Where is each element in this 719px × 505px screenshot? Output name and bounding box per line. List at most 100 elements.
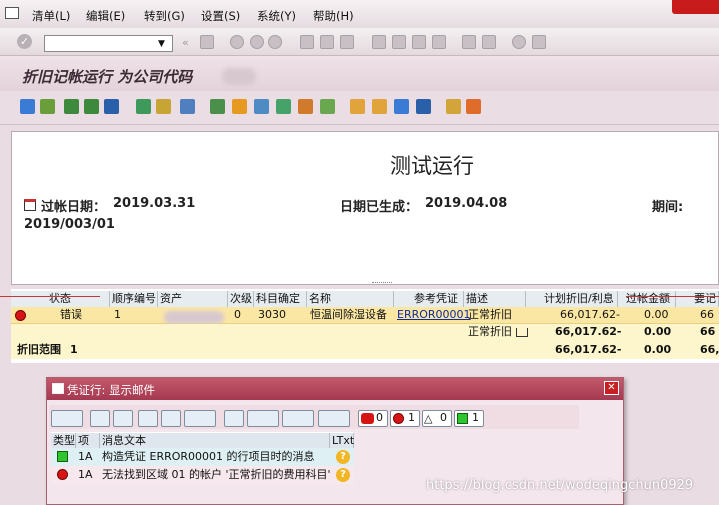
select-layout-icon[interactable] [320, 99, 335, 114]
dialog-title: 凭证行: 显示邮件 [67, 383, 156, 397]
person-icon[interactable] [466, 99, 481, 114]
cancel-icon[interactable] [268, 35, 282, 49]
col-ref[interactable]: 参考凭证 [394, 291, 464, 307]
posted-amount: 0.00 [644, 308, 669, 321]
find-icon[interactable] [320, 35, 334, 49]
stop-icon [361, 413, 374, 424]
menu-goto[interactable]: 转到(G) [144, 8, 185, 24]
new-session-icon[interactable] [462, 35, 476, 49]
stop-count: 0 [376, 411, 383, 424]
redacted-asset [164, 311, 224, 324]
find-icon[interactable] [138, 410, 158, 427]
view-icon[interactable] [180, 99, 195, 114]
command-field[interactable] [44, 35, 173, 52]
report-heading: 测试运行 [390, 154, 474, 178]
menu-settings[interactable]: 设置(S) [201, 8, 240, 24]
col-asset[interactable]: 资产 [158, 291, 228, 307]
col-planned[interactable]: 计划折旧/利息 [526, 291, 618, 307]
next-page-icon[interactable] [412, 35, 426, 49]
layout-icon[interactable] [318, 410, 350, 427]
col-type[interactable]: 类型 [51, 433, 76, 448]
grid-view-icon[interactable] [350, 99, 365, 114]
planned-depreciation: 66,017.62- [555, 325, 622, 338]
splitter-line [0, 296, 100, 297]
col-sub[interactable]: 次级 [228, 291, 254, 307]
sort-descending-icon[interactable] [113, 410, 133, 427]
posting-date-value: 2019.03.31 [113, 196, 196, 211]
view-icon[interactable] [247, 410, 279, 427]
menu-system[interactable]: 系统(Y) [257, 8, 296, 24]
col-item[interactable]: 项目 [76, 433, 100, 462]
splitter-handle[interactable] [372, 282, 392, 284]
long-text-icon[interactable]: ? [336, 468, 350, 482]
filter-icon[interactable] [184, 410, 216, 427]
find-next-icon[interactable] [340, 35, 354, 49]
reference-document-link[interactable]: ERROR00001 [397, 307, 471, 323]
posted-amount: 0.00 [644, 325, 672, 338]
window-close-button[interactable] [672, 0, 719, 14]
col-ltxt[interactable]: LTxt [330, 433, 354, 448]
sort-ascending-icon[interactable] [90, 410, 110, 427]
edit-icon[interactable] [446, 99, 461, 114]
col-more[interactable]: 要记 [676, 291, 719, 307]
sort-descending-icon[interactable] [84, 99, 99, 114]
previous-page-icon[interactable] [392, 35, 406, 49]
chevron-down-icon[interactable]: ▼ [158, 39, 165, 49]
exit-icon[interactable] [250, 35, 264, 49]
sort-ascending-icon[interactable] [64, 99, 79, 114]
hierarchy-icon[interactable] [394, 99, 409, 114]
total-icon[interactable] [136, 99, 151, 114]
details-icon[interactable] [51, 410, 83, 427]
close-icon[interactable]: ✕ [604, 381, 619, 395]
first-page-icon[interactable] [372, 35, 386, 49]
depreciation-area-label: 折旧范围 [17, 343, 61, 356]
more-value: 66 [700, 325, 716, 338]
layout-icon[interactable] [298, 99, 313, 114]
shortcut-icon[interactable] [482, 35, 496, 49]
calendar-icon [24, 199, 36, 211]
menu-icon[interactable] [5, 7, 19, 19]
error-count: 1 [408, 411, 415, 424]
menu-edit[interactable]: 编辑(E) [86, 8, 125, 24]
col-name[interactable]: 名称 [307, 291, 394, 307]
abc-analysis-icon[interactable] [276, 99, 291, 114]
print-icon[interactable] [224, 410, 244, 427]
menu-help[interactable]: 帮助(H) [313, 8, 354, 24]
find-next-icon[interactable] [161, 410, 181, 427]
double-chevron-icon[interactable]: « [182, 36, 189, 49]
period-value: 2019/003/01 [24, 217, 115, 232]
column-icon[interactable] [372, 99, 387, 114]
success-icon [457, 413, 468, 424]
export-icon[interactable] [282, 410, 314, 427]
redacted-company-code [222, 68, 256, 85]
long-text-icon[interactable]: ? [336, 450, 350, 464]
depreciation-area-value: 1 [70, 343, 78, 356]
success-count: 1 [472, 411, 479, 424]
col-desc[interactable]: 描述 [464, 291, 526, 307]
graphic-icon[interactable] [254, 99, 269, 114]
info-icon[interactable] [416, 99, 431, 114]
details-icon[interactable] [20, 99, 35, 114]
col-message[interactable]: 消息文本 [100, 433, 330, 448]
back-icon[interactable] [230, 35, 244, 49]
error-icon [57, 469, 68, 480]
col-acct[interactable]: 科目确定 [254, 291, 307, 307]
export-icon[interactable] [210, 99, 225, 114]
message-text: 无法找到区域 01 的帐户 '正常折旧的费用科目' [102, 468, 331, 481]
col-seq[interactable]: 顺序编号 [110, 291, 158, 307]
save-icon[interactable] [200, 35, 214, 49]
last-page-icon[interactable] [432, 35, 446, 49]
col-status[interactable]: 状态 [11, 291, 110, 307]
filter-icon[interactable] [104, 99, 119, 114]
print-icon[interactable] [300, 35, 314, 49]
zoom-icon[interactable] [40, 99, 55, 114]
status-text: 错误 [60, 308, 82, 321]
subtotal-icon[interactable] [156, 99, 171, 114]
col-posted[interactable]: 过帐金额 [618, 291, 676, 307]
check-icon[interactable]: ✓ [17, 34, 32, 49]
seq-number: 1 [114, 308, 121, 321]
help-icon[interactable] [512, 35, 526, 49]
layout-menu-icon[interactable] [532, 35, 546, 49]
menu-list[interactable]: 清单(L) [32, 8, 70, 24]
mail-icon[interactable] [232, 99, 247, 114]
